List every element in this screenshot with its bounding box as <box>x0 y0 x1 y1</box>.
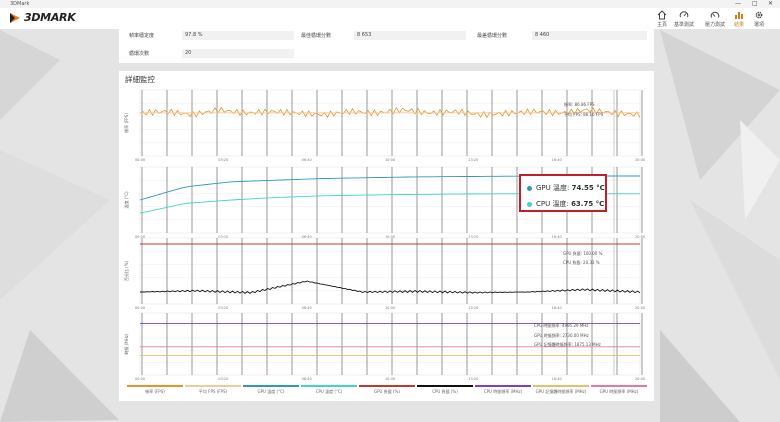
x-tick-label: 00:00 <box>135 306 145 310</box>
temperature-tooltip: GPU 溫度: 74.55 °C CPU 溫度: 63.75 °C <box>519 174 607 212</box>
y-axis-label: 溫度 (°C) <box>123 191 129 209</box>
x-tick-label: 20:00 <box>635 306 645 310</box>
x-tick-label: 16:40 <box>552 377 562 381</box>
load-tooltip-cpu: CPU 負載: 20.33 % <box>563 260 600 265</box>
x-tick-label: 00:00 <box>135 158 145 162</box>
gpu-temp-label: GPU 溫度: <box>536 184 570 192</box>
legend-swatch <box>475 385 531 387</box>
plot-area <box>139 89 641 157</box>
x-tick-label: 16:40 <box>552 158 562 162</box>
monitoring-charts: 幀率 (FPS) 00:00 03:20 06:40 10:00 13:20 16:40 20… <box>123 89 645 381</box>
legend-swatch <box>591 385 647 387</box>
gpu-temp-row: GPU 溫度: 74.55 °C <box>527 183 605 193</box>
legend-label: CPU 時脈頻率 (MHz) <box>483 389 523 394</box>
legend-item[interactable]: GPU 時脈頻率 (MHz) <box>591 385 647 397</box>
cpu-temp-value: 63.75 °C <box>571 200 605 208</box>
gpu-temp-dot <box>527 185 532 191</box>
x-tick-label: 03:20 <box>218 306 228 310</box>
legend-item[interactable]: 平均 FPS (FPS) <box>185 385 241 397</box>
x-tick-label: 06:40 <box>302 158 312 162</box>
legend-label: CPU 負載 (%) <box>432 389 458 394</box>
legend-item[interactable]: GPU 負載 (%) <box>359 385 415 397</box>
legend-swatch <box>185 385 241 387</box>
chart-legend: 幀率 (FPS) 平均 FPS (FPS) GPU 溫度 (°C) CPU 溫度 (°… <box>127 385 647 397</box>
x-tick-label: 13:20 <box>468 158 478 162</box>
x-tick-label: 13:20 <box>468 377 478 381</box>
legend-item[interactable]: CPU 溫度 (°C) <box>301 385 357 397</box>
legend-label: GPU 溫度 (°C) <box>257 389 285 394</box>
x-tick-label: 00:00 <box>135 377 145 381</box>
legend-label: GPU 時脈頻率 (MHz) <box>599 389 639 394</box>
x-tick-label: 20:00 <box>635 158 645 162</box>
y-axis-label: 時脈 (MHz) <box>123 333 129 354</box>
legend-swatch <box>301 385 357 387</box>
x-tick-label: 06:40 <box>302 306 312 310</box>
legend-swatch <box>127 385 183 387</box>
legend-item[interactable]: 幀率 (FPS) <box>127 385 183 397</box>
legend-swatch <box>417 385 473 387</box>
x-tick-label: 20:00 <box>635 377 645 381</box>
x-tick-label: 03:20 <box>218 377 228 381</box>
legend-label: 平均 FPS (FPS) <box>198 389 228 394</box>
legend-item[interactable]: CPU 時脈頻率 (MHz) <box>475 385 531 397</box>
legend-label: CPU 溫度 (°C) <box>315 389 343 394</box>
fps-tooltip-fps: 幀率: 86.86 FPS <box>564 102 595 107</box>
load-tooltip-gpu: GPU 負載: 100.00 % <box>563 251 603 256</box>
legend-label: GPU 負載 (%) <box>374 389 400 394</box>
clock-tooltip-gpu: GPU 時脈頻率: 2730.00 MHz <box>534 333 589 338</box>
x-tick-label: 13:20 <box>468 306 478 310</box>
gpu-temp-value: 74.55 °C <box>571 184 605 192</box>
x-tick-label: 03:20 <box>218 158 228 162</box>
cpu-temp-dot <box>527 201 532 207</box>
legend-swatch <box>359 385 415 387</box>
legend-swatch <box>533 385 589 387</box>
x-tick-label: 16:40 <box>552 306 562 310</box>
x-tick-label: 10:00 <box>385 306 395 310</box>
x-tick-label: 10:00 <box>385 377 395 381</box>
plot-area <box>139 237 641 305</box>
x-tick-label: 10:00 <box>385 158 395 162</box>
clock-tooltip-cpu: CPU 時脈頻率: 4995.29 MHz <box>534 323 589 328</box>
legend-item[interactable]: GPU 溫度 (°C) <box>243 385 299 397</box>
legend-item[interactable]: GPU 記憶體時脈頻率 (MHz) <box>533 385 589 397</box>
y-axis-label: 幀率 (FPS) <box>123 113 129 133</box>
y-axis-label: 百分比 (%) <box>123 260 129 281</box>
legend-swatch <box>243 385 299 387</box>
cpu-temp-row: CPU 溫度: 63.75 °C <box>527 199 604 209</box>
fps-tooltip-avg: 平均 FPS: 86.16 FPS <box>564 112 604 117</box>
clock-tooltip-gpumem: GPU 記憶體時脈頻率: 1875.13 MHz <box>534 342 601 347</box>
cpu-temp-label: CPU 溫度: <box>536 200 569 208</box>
legend-label: 幀率 (FPS) <box>145 389 165 394</box>
x-tick-label: 06:40 <box>302 377 312 381</box>
legend-item[interactable]: CPU 負載 (%) <box>417 385 473 397</box>
legend-label: GPU 記憶體時脈頻率 (MHz) <box>535 389 587 394</box>
